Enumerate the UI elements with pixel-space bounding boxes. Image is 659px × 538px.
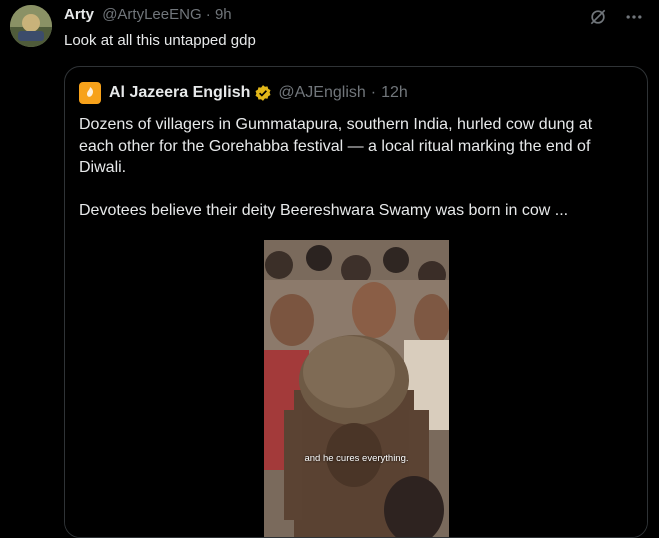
verified-badge-icon xyxy=(254,84,272,102)
quote-author-handle[interactable]: @AJEnglish xyxy=(278,82,365,104)
al-jazeera-logo[interactable] xyxy=(79,82,101,104)
quote-media[interactable]: and he cures everything. xyxy=(65,240,647,537)
tweet-actions xyxy=(587,6,645,28)
quote-text: Dozens of villagers in Gummatapura, sout… xyxy=(79,114,629,242)
author-name[interactable]: Arty xyxy=(64,6,94,23)
quote-paragraph-1: Dozens of villagers in Gummatapura, sout… xyxy=(79,116,593,176)
more-icon[interactable] xyxy=(623,6,645,28)
quote-separator-dot: · xyxy=(370,84,377,101)
quote-time[interactable]: 12h xyxy=(381,82,408,104)
video-caption: and he cures everything. xyxy=(304,453,409,464)
video-player[interactable]: and he cures everything. xyxy=(264,240,449,537)
author-handle[interactable]: @ArtyLeeENG xyxy=(102,6,201,23)
quote-header: Al Jazeera English @AJEnglish · 12h xyxy=(79,82,408,104)
video-frame-image xyxy=(264,240,449,537)
avatar-image xyxy=(10,5,52,47)
separator-dot: · xyxy=(205,6,211,23)
tweet-header: Arty @ArtyLeeENG · 9h xyxy=(64,5,232,25)
quoted-tweet[interactable]: Al Jazeera English @AJEnglish · 12h Doze… xyxy=(64,66,648,538)
author-avatar[interactable] xyxy=(10,5,52,47)
grok-icon[interactable] xyxy=(587,6,609,28)
tweet-time[interactable]: 9h xyxy=(215,6,232,23)
tweet-text: Look at all this untapped gdp xyxy=(64,32,256,49)
quote-paragraph-2: Devotees believe their deity Beereshwara… xyxy=(79,201,569,219)
quote-author-name[interactable]: Al Jazeera English xyxy=(109,82,250,104)
